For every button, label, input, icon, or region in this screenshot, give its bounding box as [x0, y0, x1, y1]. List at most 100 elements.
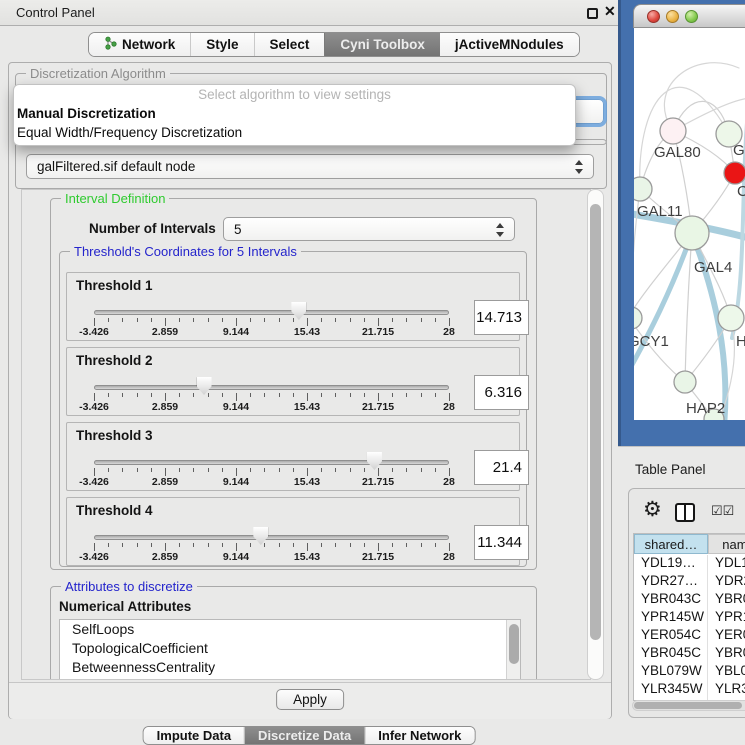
tick-mark — [264, 543, 265, 547]
list-scrollbar-thumb[interactable] — [509, 624, 519, 664]
attribute-list-item[interactable]: SelfLoops — [60, 620, 520, 639]
table-row[interactable]: YER054CYER054C — [634, 627, 745, 645]
cell-name: YPR145W — [708, 609, 745, 627]
tab-jactivemnodules[interactable]: jActiveMNodules — [440, 33, 579, 56]
threshold-slider-track[interactable] — [94, 460, 449, 465]
tick-mark — [151, 543, 152, 547]
horizontal-scrollbar-thumb[interactable] — [634, 702, 742, 709]
table-row[interactable]: YBL079WYBL079W — [634, 663, 745, 681]
network-node[interactable] — [660, 118, 686, 144]
table-row[interactable]: YBR045CYBR045C — [634, 645, 745, 663]
attribute-list-item[interactable]: TopologicalCoefficient — [60, 639, 520, 658]
tick-mark — [122, 318, 123, 322]
threshold-panel-3: Threshold 3-3.4262.8599.14415.4321.71528… — [66, 422, 520, 491]
cell-name: YLR345W — [708, 681, 745, 699]
tick-mark — [364, 543, 365, 547]
tick-mark — [137, 393, 138, 397]
spinner-arrows-icon[interactable] — [496, 222, 505, 238]
node-table[interactable]: shared…name YDL19…YDL19…YDR27…YDR27…YBR0… — [633, 533, 745, 701]
vertical-scrollbar-thumb[interactable] — [590, 204, 601, 640]
network-node[interactable] — [724, 162, 745, 184]
tick-mark — [137, 468, 138, 472]
attribute-list-item[interactable]: BetweennessCentrality — [60, 658, 520, 677]
minimize-traffic-light-icon[interactable] — [666, 10, 679, 23]
algorithm-placeholder-option[interactable]: Select algorithm to view settings — [14, 85, 575, 104]
tick-label: 28 — [443, 401, 455, 413]
network-node[interactable] — [718, 305, 744, 331]
network-node[interactable] — [634, 307, 642, 329]
table-data-combo[interactable]: galFiltered.sif default node — [26, 154, 594, 179]
tick-mark — [208, 318, 209, 322]
column-header-1[interactable]: shared… — [634, 534, 708, 554]
tick-mark — [108, 468, 109, 472]
gear-icon[interactable]: ⚙ — [643, 497, 662, 522]
algorithm-option[interactable]: Equal Width/Frequency Discretization — [14, 123, 575, 142]
table-row[interactable]: YBR043CYBR043C — [634, 591, 745, 609]
threshold-value-field[interactable]: 14.713 — [474, 300, 529, 335]
table-panel-title: Table Panel — [635, 462, 706, 477]
zoom-traffic-light-icon[interactable] — [685, 10, 698, 23]
threshold-value-field[interactable]: 6.316 — [474, 375, 529, 410]
tab-cyni-toolbox[interactable]: Cyni Toolbox — [324, 33, 440, 56]
network-node[interactable] — [674, 371, 696, 393]
threshold-slider-track[interactable] — [94, 310, 449, 315]
bottom-tab-impute-data[interactable]: Impute Data — [144, 727, 244, 744]
threshold-value-field[interactable]: 11.344 — [474, 525, 529, 560]
tick-label: 9.144 — [223, 551, 249, 563]
tick-mark — [122, 393, 123, 397]
columns-icon[interactable] — [675, 503, 695, 522]
threshold-value-field[interactable]: 21.4 — [474, 450, 529, 485]
tick-mark — [335, 393, 336, 397]
network-graph: GAL80GCGAL11GAL4GCY1HHAP2 — [634, 28, 745, 420]
tick-mark — [193, 468, 194, 472]
tick-mark — [435, 318, 436, 322]
bottom-tabbar: Impute DataDiscretize DataInfer Network — [143, 726, 476, 745]
float-window-icon[interactable] — [587, 8, 598, 19]
threshold-slider-track[interactable] — [94, 385, 449, 390]
table-row[interactable]: YPR145WYPR145W — [634, 609, 745, 627]
node-label: GAL11 — [637, 203, 683, 220]
tick-mark — [392, 543, 393, 547]
tick-label: 9.144 — [223, 326, 249, 338]
numerical-attributes-label: Numerical Attributes — [59, 599, 191, 614]
close-icon[interactable]: ✕ — [604, 3, 616, 20]
apply-button[interactable]: Apply — [276, 689, 344, 710]
attributes-group: Attributes to discretize Numerical Attri… — [50, 586, 537, 680]
tab-style[interactable]: Style — [190, 33, 253, 56]
checkbox-icons[interactable]: ☑☑ — [711, 503, 734, 519]
table-row[interactable]: YLR345WYLR345W — [634, 681, 745, 699]
network-node[interactable] — [675, 216, 709, 250]
horizontal-scrollbar[interactable] — [632, 700, 745, 711]
network-node[interactable] — [634, 177, 652, 201]
table-row[interactable]: YDR27…YDR27… — [634, 573, 745, 591]
tab-label: jActiveMNodules — [455, 37, 564, 52]
node-label: HAP2 — [686, 400, 725, 417]
close-traffic-light-icon[interactable] — [647, 10, 660, 23]
network-window-titlebar[interactable] — [633, 4, 745, 28]
tick-mark — [421, 393, 422, 397]
tick-label: 21.715 — [362, 401, 394, 413]
bottom-tab-discretize-data[interactable]: Discretize Data — [244, 727, 364, 744]
control-panel-title: Control Panel — [16, 5, 95, 20]
algorithm-option[interactable]: Manual Discretization — [14, 104, 575, 123]
apply-row: Apply — [9, 682, 611, 719]
tick-label: -3.426 — [79, 551, 109, 563]
list-scrollbar[interactable] — [506, 620, 520, 680]
number-of-intervals-combo[interactable]: 5 — [223, 217, 515, 241]
tick-mark — [378, 543, 379, 551]
tick-mark — [293, 393, 294, 397]
network-canvas[interactable]: GAL80GCGAL11GAL4GCY1HHAP2 — [634, 28, 745, 420]
tick-mark — [250, 318, 251, 322]
numerical-attributes-list[interactable]: SelfLoopsTopologicalCoefficientBetweenne… — [59, 619, 521, 680]
bottom-tab-infer-network[interactable]: Infer Network — [364, 727, 474, 744]
column-header-2[interactable]: name — [708, 534, 745, 554]
spinner-arrows-icon[interactable] — [575, 159, 584, 175]
vertical-scrollbar[interactable] — [587, 189, 604, 680]
tick-mark — [179, 318, 180, 322]
tab-network[interactable]: Network — [89, 33, 190, 56]
tick-mark — [94, 543, 95, 551]
threshold-slider-track[interactable] — [94, 535, 449, 540]
tick-mark — [350, 393, 351, 397]
tab-select[interactable]: Select — [254, 33, 325, 56]
table-row[interactable]: YDL19…YDL19… — [634, 555, 745, 573]
